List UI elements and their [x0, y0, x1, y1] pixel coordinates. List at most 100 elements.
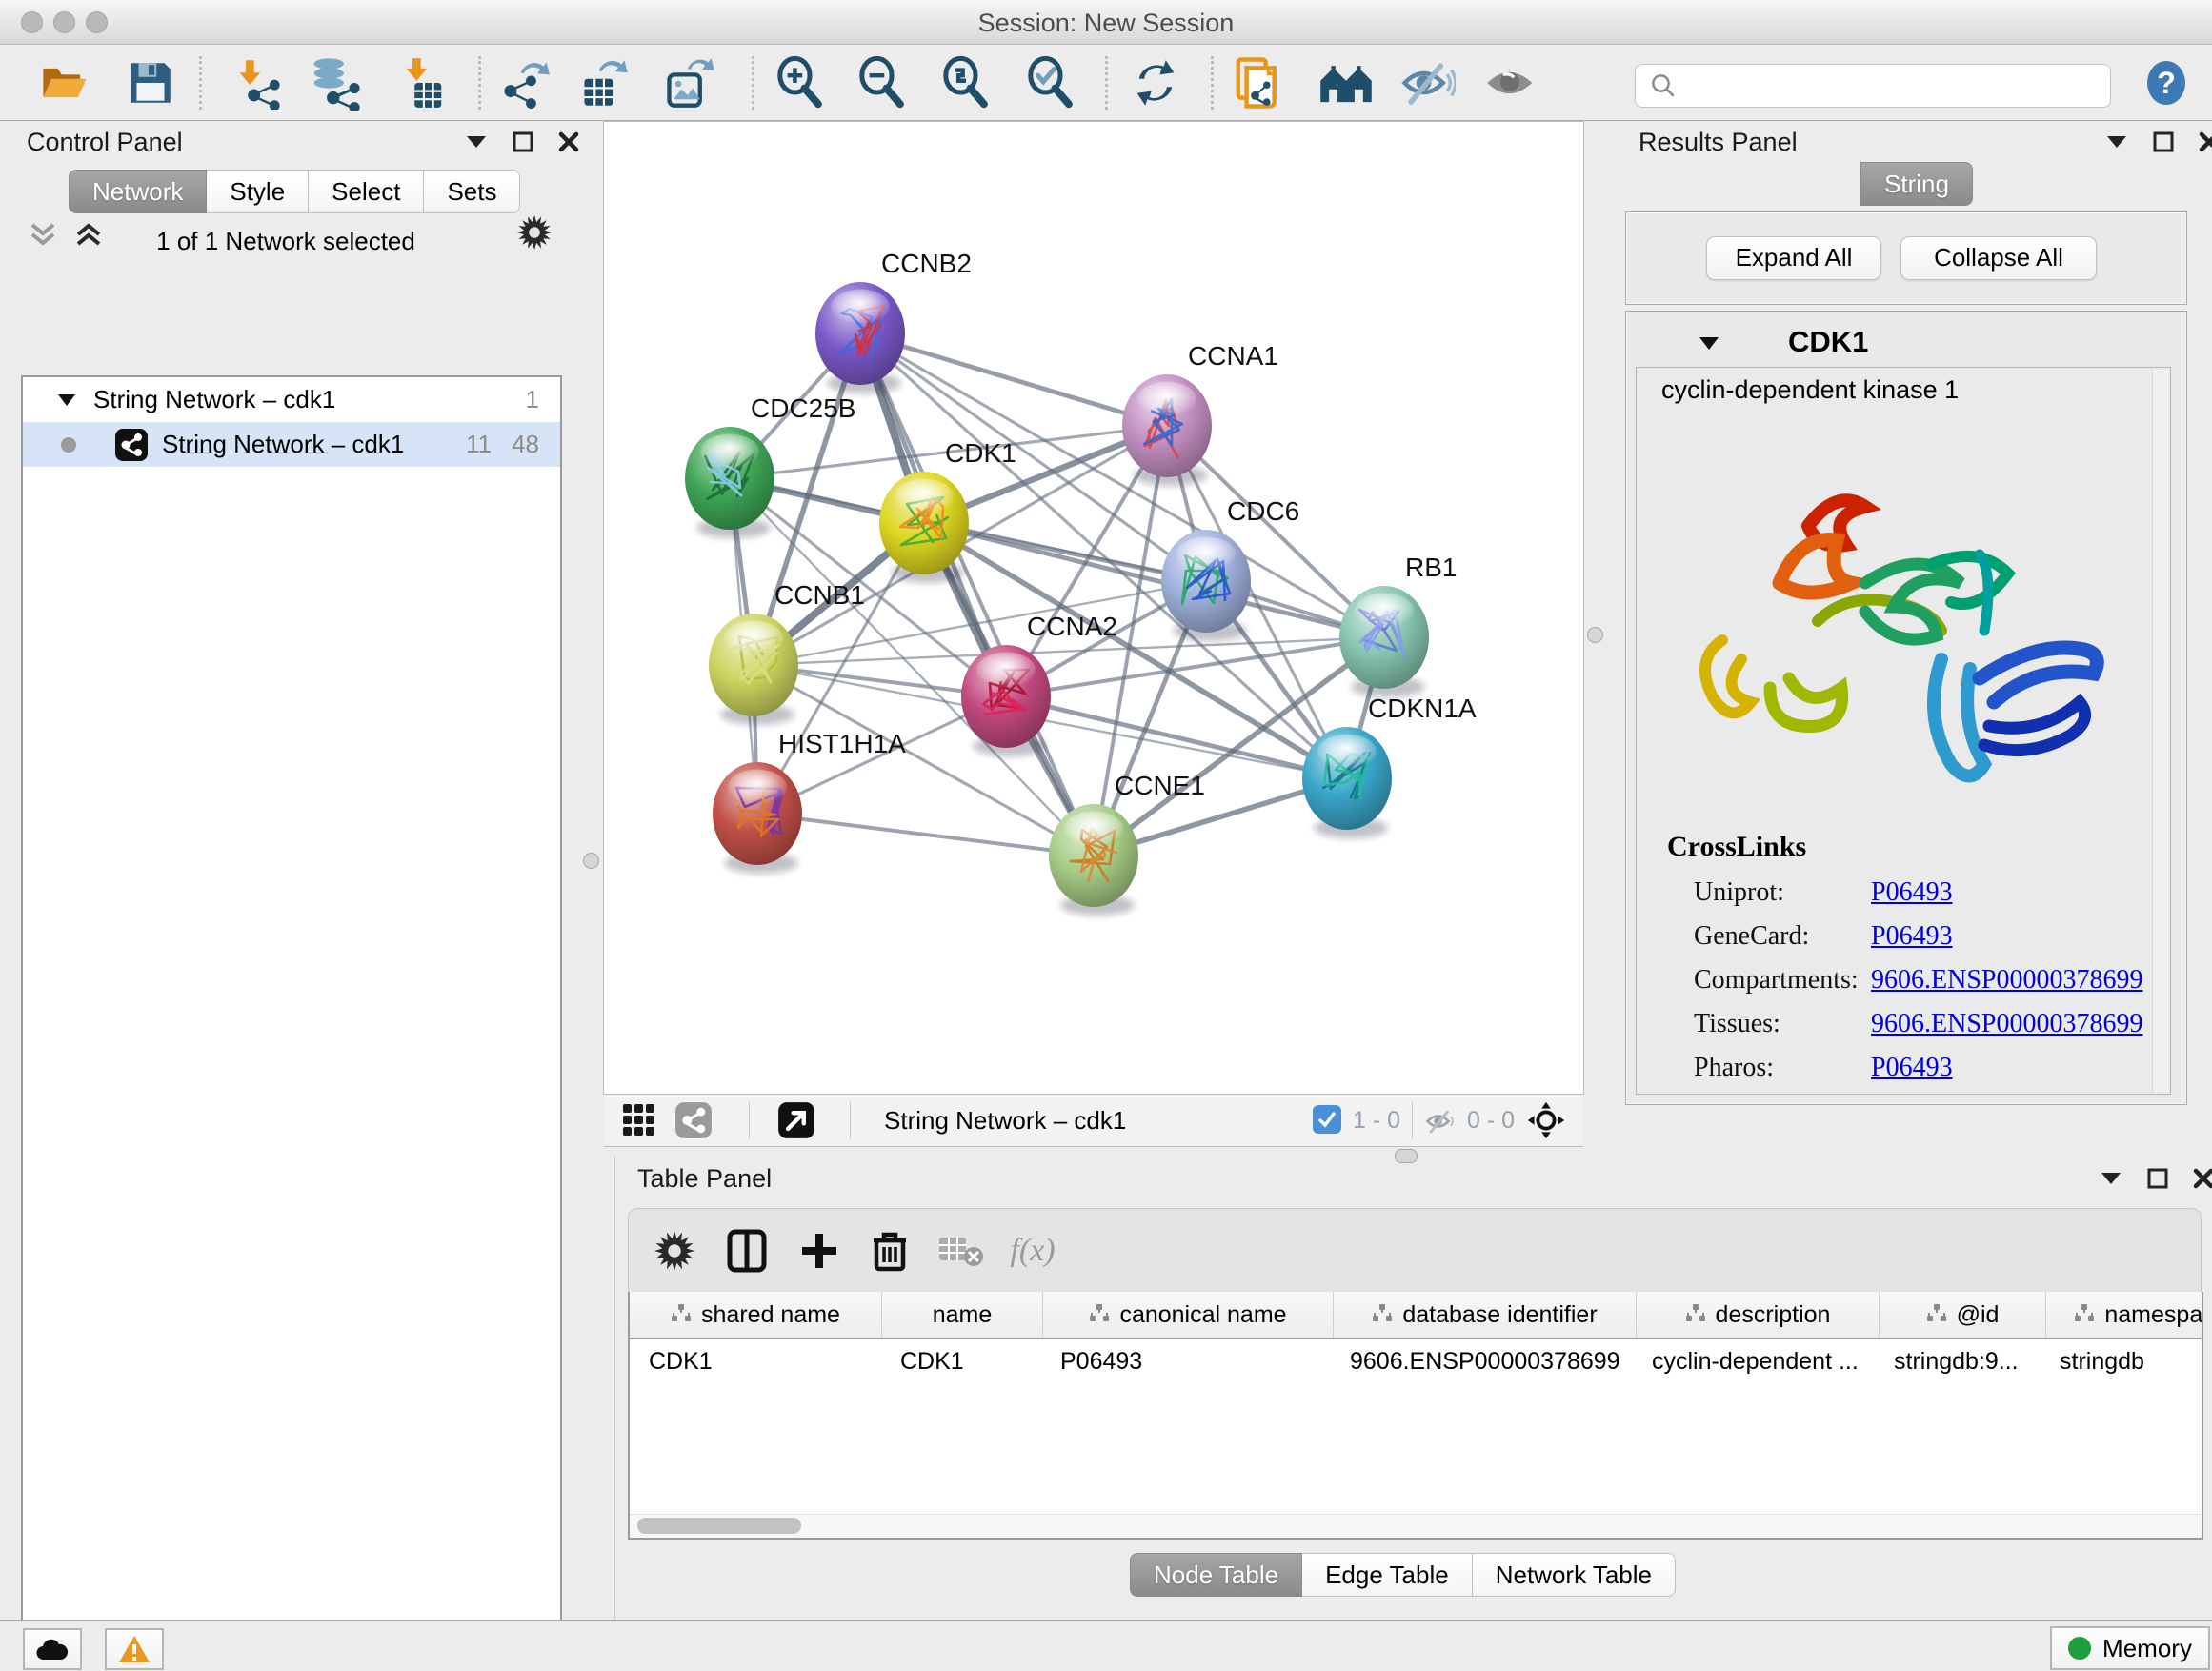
column-header-canonical-name[interactable]: canonical name [1043, 1292, 1334, 1338]
float-panel-icon[interactable] [2147, 1168, 2168, 1189]
table-cell[interactable]: 9606.ENSP00000378699 [1331, 1339, 1633, 1383]
warnings-button[interactable] [105, 1628, 164, 1670]
network-row[interactable]: String Network – cdk1 11 48 [23, 422, 560, 467]
pan-crosshair-icon[interactable] [1526, 1100, 1566, 1140]
tree-caret-icon[interactable] [57, 393, 76, 407]
export-image-button[interactable] [659, 52, 720, 113]
crosslink-link[interactable]: P06493 [1871, 877, 1953, 908]
open-session-button[interactable] [34, 52, 95, 113]
delete-column-icon[interactable] [859, 1220, 920, 1281]
network-node-CCNB1[interactable]: CCNB1 [709, 580, 865, 725]
column-header-database-identifier[interactable]: database identifier [1334, 1292, 1637, 1338]
search-icon [1649, 71, 1678, 100]
expand-all-button[interactable]: Expand All [1706, 236, 1881, 280]
table-options-gear-icon[interactable] [644, 1220, 705, 1281]
column-header-namespace[interactable]: namespace [2046, 1292, 2203, 1338]
network-node-CDC6[interactable]: CDC6 [1161, 496, 1299, 641]
table-horizontal-scrollbar[interactable] [630, 1514, 2202, 1538]
show-columns-icon[interactable] [716, 1220, 777, 1281]
panel-menu-caret-icon[interactable] [2105, 134, 2128, 150]
table-row[interactable]: CDK1CDK1P064939606.ENSP00000378699cyclin… [630, 1339, 2202, 1383]
first-neighbors-button[interactable] [1316, 52, 1377, 113]
section-caret-icon[interactable] [1699, 336, 1719, 351]
tab-network-table[interactable]: Network Table [1473, 1553, 1676, 1597]
import-network-file-button[interactable] [228, 52, 289, 113]
network-node-CDKN1A[interactable]: CDKN1A [1302, 694, 1477, 838]
main-toolbar: ? [0, 45, 2212, 121]
detach-view-icon[interactable] [777, 1101, 815, 1139]
tab-edge-table[interactable]: Edge Table [1302, 1553, 1473, 1597]
network-node-CCNE1[interactable]: CCNE1 [1049, 771, 1205, 916]
string-view-badge-icon[interactable] [674, 1101, 713, 1139]
network-node-CCNA1[interactable]: CCNA1 [1122, 341, 1278, 486]
grid-view-icon[interactable] [621, 1102, 657, 1138]
network-collection-row[interactable]: String Network – cdk1 1 [23, 377, 560, 422]
help-button[interactable]: ? [2136, 52, 2197, 113]
export-network-button[interactable] [494, 52, 555, 113]
duplicate-network-button[interactable] [1229, 52, 1290, 113]
scrollbar-thumb[interactable] [637, 1518, 801, 1534]
import-table-file-button[interactable] [394, 52, 455, 113]
refresh-view-button[interactable] [1125, 52, 1186, 113]
panel-menu-caret-icon[interactable] [2100, 1171, 2122, 1186]
string-network-badge-icon [114, 428, 149, 462]
table-cell[interactable]: CDK1 [881, 1339, 1041, 1383]
zoom-selected-icon [1023, 55, 1078, 111]
column-label: @id [1957, 1301, 2000, 1329]
network-node-HIST1H1A[interactable]: HIST1H1A [713, 729, 906, 874]
collapse-all-button[interactable]: Collapse All [1900, 236, 2097, 280]
column-header-shared-name[interactable]: shared name [630, 1292, 882, 1338]
tab-sets[interactable]: Sets [424, 170, 520, 213]
network-canvas[interactable]: CCNB2CCNA1CDC25BCDK1CDC6RB1CCNB1CCNA2CDK… [604, 122, 1583, 1094]
selected-checkbox[interactable] [1313, 1105, 1341, 1134]
table-cell[interactable]: stringdb:9... [1875, 1339, 2041, 1383]
search-field[interactable] [1635, 64, 2111, 108]
toolbar-separator [478, 56, 481, 110]
network-node-CCNB2[interactable]: CCNB2 [815, 249, 972, 393]
search-input[interactable] [1687, 71, 2110, 100]
tab-node-table[interactable]: Node Table [1130, 1553, 1302, 1597]
panel-menu-caret-icon[interactable] [465, 134, 488, 150]
tab-network[interactable]: Network [69, 170, 207, 213]
import-network-database-button[interactable] [305, 52, 366, 113]
cloud-status-button[interactable] [23, 1628, 82, 1670]
crosslink-label: Uniprot: [1694, 877, 1871, 908]
crosslink-link[interactable]: P06493 [1871, 1053, 1953, 1083]
memory-button[interactable]: Memory [2050, 1626, 2210, 1670]
tab-string[interactable]: String [1860, 162, 1973, 206]
crosslink-link[interactable]: 9606.ENSP00000378699 [1871, 965, 2142, 996]
table-cell[interactable]: stringdb [2041, 1339, 2203, 1383]
table-cell[interactable]: cyclin-dependent ... [1633, 1339, 1875, 1383]
close-panel-icon[interactable] [558, 131, 579, 152]
tab-style[interactable]: Style [207, 170, 309, 213]
delete-table-icon [930, 1220, 991, 1281]
network-options-gear-icon[interactable] [517, 215, 552, 254]
network-node-RB1[interactable]: RB1 [1339, 553, 1457, 697]
table-cell[interactable]: P06493 [1041, 1339, 1331, 1383]
zoom-selected-button[interactable] [1020, 52, 1081, 113]
zoom-out-button[interactable] [852, 52, 913, 113]
zoom-fit-button[interactable] [935, 52, 996, 113]
float-panel-icon[interactable] [2153, 131, 2174, 152]
hidden-eye-icon[interactable] [1423, 1106, 1458, 1137]
left-splitter-handle[interactable] [583, 853, 599, 869]
close-panel-icon[interactable] [2199, 131, 2212, 152]
crosslink-link[interactable]: P06493 [1871, 921, 1953, 952]
table-cell[interactable]: CDK1 [630, 1339, 881, 1383]
column-header-@id[interactable]: @id [1880, 1292, 2046, 1338]
float-panel-icon[interactable] [513, 131, 533, 152]
node-table[interactable]: shared namenamecanonical namedatabase id… [628, 1292, 2203, 1540]
show-all-button[interactable] [1480, 52, 1541, 113]
add-column-icon[interactable] [789, 1220, 850, 1281]
column-header-description[interactable]: description [1637, 1292, 1880, 1338]
zoom-in-button[interactable] [770, 52, 831, 113]
results-scrollbar[interactable] [2152, 370, 2168, 1092]
export-table-button[interactable] [574, 52, 635, 113]
crosslink-link[interactable]: 9606.ENSP00000378699 [1871, 1009, 2142, 1039]
right-splitter-handle[interactable] [1587, 627, 1603, 643]
close-panel-icon[interactable] [2193, 1168, 2212, 1189]
tab-select[interactable]: Select [309, 170, 424, 213]
column-header-name[interactable]: name [882, 1292, 1043, 1338]
save-session-button[interactable] [120, 52, 181, 113]
hide-selected-button[interactable] [1398, 52, 1458, 113]
